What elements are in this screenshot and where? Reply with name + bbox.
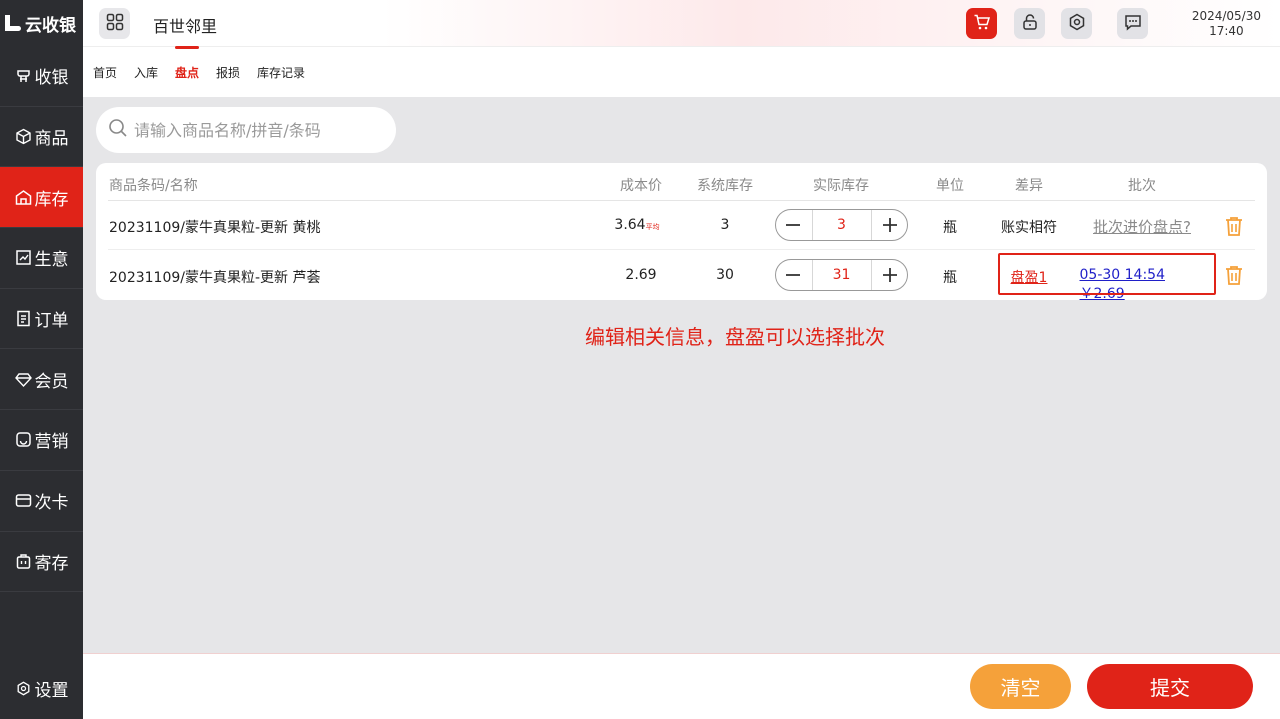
sidebar-item-label: 库存 [34,189,69,210]
cost-price: 2.69 [625,267,657,283]
delete-row-button[interactable] [1223,215,1245,237]
sidebar-item-storage[interactable]: 寄存 [0,532,83,593]
decrement-button[interactable] [782,264,804,286]
column-header: 批次 [1128,178,1156,194]
row-divider [108,249,1255,250]
column-header: 成本价 [620,178,662,194]
column-header: 商品条码/名称 [109,178,198,194]
quantity-stepper: 3 [775,209,908,241]
store-name: 百世邻里 [153,17,218,36]
trash-icon [1226,266,1242,285]
annotation-text: 编辑相关信息，盘盈可以选择批次 [585,325,885,349]
sidebar-item-label: 会员 [34,371,69,392]
trash-icon [1226,217,1242,236]
delete-row-button[interactable] [1223,264,1245,286]
actual-stock-input[interactable]: 31 [811,260,872,290]
marketing-icon [15,431,32,448]
search-input[interactable] [134,120,384,140]
search-bar [96,107,396,153]
gear-icon [15,680,32,697]
product-name: 20231109/蒙牛真果粒-更新 芦荟 [109,270,321,286]
sidebar-item-label: 生意 [34,250,69,271]
sidebar-item-card[interactable]: 次卡 [0,471,83,532]
logo-text: 云收银 [25,15,76,36]
sidebar-item-orders[interactable]: 订单 [0,289,83,350]
grid-icon [106,13,124,35]
header-divider [108,200,1255,201]
cost-price: 3.64平均 [614,217,659,233]
tab-stock-in[interactable]: 入库 [134,64,158,81]
locker-icon [15,553,32,570]
annotation-highlight-box [998,253,1216,295]
box-icon [15,128,32,145]
sidebar-item-label: 营销 [34,432,69,453]
actual-stock-input[interactable]: 3 [811,210,872,240]
system-stock: 30 [716,267,734,283]
app-logo: 云收银 [0,0,83,46]
unit: 瓶 [943,270,957,286]
tab-stocktake[interactable]: 盘点 [175,64,199,81]
cost-value: 3.64 [614,217,646,233]
settings-hex-icon [1068,13,1086,35]
sidebar-item-marketing[interactable]: 营销 [0,410,83,471]
search-icon [108,118,128,142]
system-stock: 3 [720,217,730,233]
message-button[interactable] [1117,8,1148,39]
sidebar-item-label: 收银 [34,68,69,89]
lock-icon [1021,13,1039,35]
sidebar-item-cashier[interactable]: 收银 [0,46,83,107]
unit: 瓶 [943,220,957,236]
tab-stock-records[interactable]: 库存记录 [257,64,305,81]
sidebar: 云收银 收银 商品 库存 生意 订单 会员 营销 次卡 寄存 设置 [0,0,83,719]
app-grid-button[interactable] [99,8,130,39]
date-text: 2024/05/30 [1191,9,1261,23]
cost-average-tag: 平均 [645,223,660,231]
increment-button[interactable] [879,214,901,236]
card-icon [15,492,32,509]
top-header: 百世邻里 2024/05/30 17:40 [83,0,1280,46]
report-icon [15,249,32,266]
warehouse-icon [15,189,32,206]
column-header: 系统库存 [697,178,753,194]
tab-damage[interactable]: 报损 [216,64,240,81]
column-header: 实际库存 [813,178,869,194]
difference-status: 账实相符 [1001,220,1057,236]
submit-button[interactable]: 提交 [1087,664,1253,709]
cashier-icon [15,67,32,84]
active-tab-indicator [175,46,199,49]
cart-icon [973,13,991,35]
order-icon [15,310,32,327]
sidebar-item-label: 寄存 [34,553,69,574]
column-header: 单位 [936,178,964,194]
datetime: 2024/05/30 17:40 [1192,9,1261,39]
sidebar-item-products[interactable]: 商品 [0,107,83,168]
sub-tabs: 首页 入库 盘点 报损 库存记录 [83,46,1280,97]
increment-button[interactable] [879,264,901,286]
batch-price-stocktake-link[interactable]: 批次进价盘点? [1093,216,1191,237]
sidebar-item-settings[interactable]: 设置 [0,658,83,719]
sidebar-item-inventory[interactable]: 库存 [0,167,83,229]
time-text: 17:40 [1209,24,1244,38]
message-icon [1124,13,1142,35]
tab-home[interactable]: 首页 [93,64,117,81]
product-name: 20231109/蒙牛真果粒-更新 黄桃 [109,220,321,236]
sidebar-item-label: 商品 [34,129,69,150]
decrement-button[interactable] [782,214,804,236]
settings-button[interactable] [1061,8,1092,39]
sidebar-item-business[interactable]: 生意 [0,228,83,289]
sidebar-item-label: 订单 [34,311,69,332]
sidebar-item-members[interactable]: 会员 [0,349,83,411]
cart-button[interactable] [966,8,997,39]
clear-button[interactable]: 清空 [970,664,1071,709]
logo-icon [4,14,22,32]
settings-label: 设置 [34,681,69,702]
sidebar-item-label: 次卡 [34,493,69,514]
lock-button[interactable] [1014,8,1045,39]
column-header: 差异 [1015,178,1043,194]
diamond-icon [14,371,32,388]
quantity-stepper: 31 [775,259,908,291]
